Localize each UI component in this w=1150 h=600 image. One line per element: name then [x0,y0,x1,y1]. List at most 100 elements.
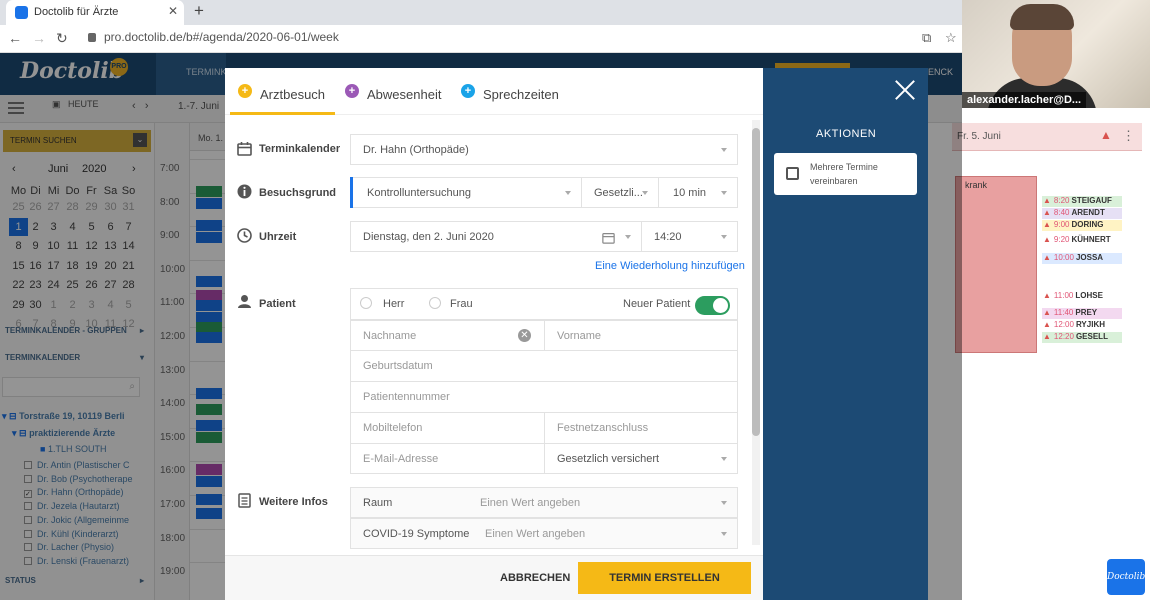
date-field[interactable]: Dienstag, den 2. Juni 2020 [350,221,642,252]
doctolib-favicon-icon [15,6,28,19]
appointment-entry[interactable]: ▲ 12:20 GESELL [1042,332,1122,343]
appointment-patient: PREY [1075,308,1098,317]
versicherung-status-value: Gesetzlich versichert [557,452,660,465]
time-value: 14:20 [654,230,682,243]
lock-icon [88,33,96,42]
email-input[interactable]: E-Mail-Adresse [350,443,545,474]
document-icon [238,493,251,508]
forward-icon[interactable]: → [32,30,46,46]
appointment-time: 9:00 [1053,220,1070,229]
warning-icon: ▲ [1043,291,1051,300]
frau-label[interactable]: Frau [450,298,473,310]
active-tab-indicator [230,112,335,115]
modal-scroll-thumb[interactable] [752,128,760,436]
more-options-icon[interactable]: ⋮ [1122,128,1135,144]
close-icon[interactable] [895,80,915,100]
tab-arztbesuch[interactable]: Arztbesuch [260,87,325,102]
vorname-placeholder: Vorname [557,329,602,342]
appointment-entry[interactable]: ▲ 11:40 PREY [1042,308,1122,319]
besuchsgrund-value: Kontrolluntersuchung [367,186,471,199]
patient-label: Patient [259,298,296,310]
add-repetition-link[interactable]: Eine Wiederholung hinzufügen [595,260,745,272]
warning-icon: ▲ [1043,253,1051,262]
raum-value: Einen Wert angeben [480,496,581,509]
actions-panel [763,68,928,600]
tab-sprechzeiten[interactable]: Sprechzeiten [483,87,559,102]
reload-icon[interactable]: ↻ [56,30,68,47]
create-appointment-button[interactable]: TERMIN ERSTELLEN [578,562,751,594]
appointment-patient: JOSSA [1075,253,1104,262]
appointment-entry[interactable]: ▲ 12:00 RYJIKH [1042,320,1122,331]
radio-herr[interactable] [360,297,372,309]
appointment-entry[interactable]: ▲ 8:20 STEIGAUF [1042,196,1122,207]
covid-select[interactable]: COVID-19 Symptome Einen Wert angeben [350,518,738,549]
besuchsgrund-select[interactable]: Kontrolluntersuchung [350,177,582,208]
geburtsdatum-input[interactable]: Geburtsdatum [350,350,738,382]
appointment-entry[interactable]: ▲ 10:00 JOSSA [1042,253,1122,264]
duration-select[interactable]: 10 min [658,177,738,208]
festnetz-placeholder: Festnetzanschluss [557,422,649,434]
warning-icon: ▲ [1043,208,1051,217]
open-external-icon[interactable]: ⧉ [922,30,931,46]
weitere-infos-label: Weitere Infos [259,496,328,508]
besuchsgrund-label: Besuchsgrund [259,187,337,199]
mobiltelefon-placeholder: Mobiltelefon [363,422,423,434]
terminkalender-select[interactable]: Dr. Hahn (Orthopäde) [350,134,738,165]
patientennummer-input[interactable]: Patientennummer [350,381,738,413]
appointment-patient: DORING [1071,220,1104,229]
terminkalender-value: Dr. Hahn (Orthopäde) [363,143,469,156]
appointment-time: 10:00 [1053,253,1074,262]
warning-icon: ▲ [1043,196,1051,205]
doctolib-corner-logo[interactable]: Doctolib [1107,559,1145,595]
url-field[interactable]: pro.doctolib.de/b#/agenda/2020-06-01/wee… [88,30,339,44]
appointment-entry[interactable]: ▲ 11:00 LOHSE [1042,291,1122,302]
multiple-appointments-label: Mehrere Termine vereinbaren [810,162,878,186]
terminkalender-label: Terminkalender [259,143,341,155]
raum-select[interactable]: Raum Einen Wert angeben [350,487,738,518]
multiple-appointments-button[interactable]: Mehrere Termine vereinbaren [774,153,917,195]
new-tab-icon[interactable]: + [194,1,204,21]
browser-tab[interactable]: Doctolib für Ärzte ✕ [6,0,184,25]
close-tab-icon[interactable]: ✕ [168,4,178,18]
appointment-time: 12:20 [1053,332,1074,341]
bookmark-star-icon[interactable]: ☆ [945,30,957,46]
back-icon[interactable]: ← [8,30,22,46]
absence-label: krank [965,180,988,190]
absence-block[interactable] [955,176,1037,353]
herr-label[interactable]: Herr [383,298,404,310]
warning-icon: ▲ [1043,308,1051,317]
warning-icon: ▲ [1043,320,1051,329]
appointment-patient: ARENDT [1071,208,1105,217]
appointment-time: 8:40 [1053,208,1070,217]
radio-frau[interactable] [429,297,441,309]
mobiltelefon-input[interactable]: Mobiltelefon [350,412,545,444]
appointment-patient: LOHSE [1075,291,1103,300]
actions-title: AKTIONEN [816,128,877,140]
covid-value: Einen Wert angeben [485,527,586,540]
appointment-patient: KÜHNERT [1071,235,1111,244]
clear-icon[interactable]: ✕ [518,329,531,342]
appointment-entry[interactable]: ▲ 8:40 ARENDT [1042,208,1122,219]
time-select[interactable]: 14:20 [641,221,738,252]
calendar-add-icon [786,167,799,180]
festnetz-input[interactable]: Festnetzanschluss [544,412,738,444]
cancel-button[interactable]: ABBRECHEN [500,572,570,584]
date-value: Dienstag, den 2. Juni 2020 [363,230,494,243]
tab-abwesenheit[interactable]: Abwesenheit [367,87,441,102]
nachname-input[interactable]: Nachname [350,320,545,351]
calendar-icon[interactable] [602,231,615,244]
info-icon [237,184,252,199]
vorname-input[interactable]: Vorname [544,320,738,351]
geburtsdatum-placeholder: Geburtsdatum [363,360,433,372]
plus-icon: + [461,84,475,98]
duration-value: 10 min [673,186,707,199]
appointment-entry[interactable]: ▲ 9:20 KÜHNERT [1042,235,1122,246]
neuer-patient-toggle[interactable] [695,296,730,315]
versicherung-select[interactable]: Gesetzli... [581,177,659,208]
appointment-time: 9:20 [1053,235,1070,244]
appointment-patient: GESELL [1075,332,1108,341]
warning-icon: ▲ [1043,220,1051,229]
covid-label: COVID-19 Symptome [363,527,470,540]
appointment-entry[interactable]: ▲ 9:00 DORING [1042,220,1122,231]
versicherung-status-select[interactable]: Gesetzlich versichert [544,443,738,474]
